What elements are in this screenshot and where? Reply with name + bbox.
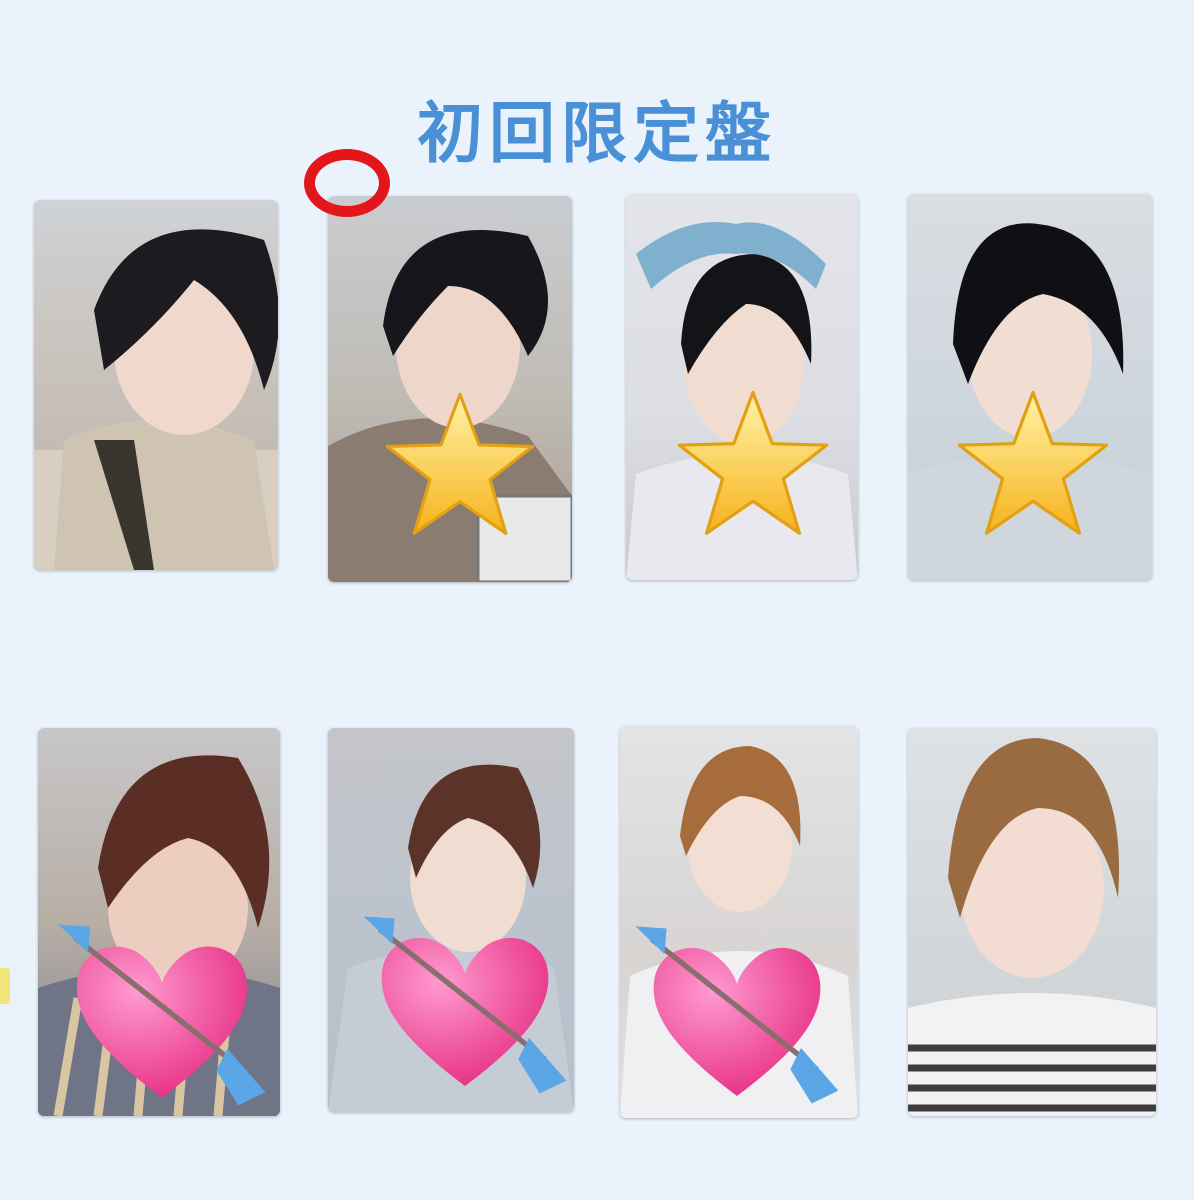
photocard-2-3[interactable] [620,726,858,1118]
red-circle-mark-icon [304,149,390,217]
star-sticker-icon [957,390,1109,535]
photocard-1-1[interactable] [34,200,278,570]
page-title: 初回限定盤 [417,95,777,172]
star-sticker-icon [677,390,829,535]
heart-arrow-sticker-icon [58,924,266,1106]
heart-arrow-sticker-icon [363,916,567,1094]
portrait-silhouette-icon [908,738,1156,1116]
photocard-2-1[interactable] [38,728,280,1116]
photocard-2-4[interactable] [908,728,1156,1116]
photocard-1-4[interactable] [908,194,1152,580]
portrait-silhouette-icon [34,229,278,570]
star-sticker-icon [385,392,535,535]
photocard-1-2[interactable] [328,196,572,582]
photocard-1-3[interactable] [626,194,858,580]
heart-arrow-sticker-icon [635,926,839,1104]
photocard-2-2[interactable] [328,728,574,1112]
edge-tab-mark [0,968,10,1004]
